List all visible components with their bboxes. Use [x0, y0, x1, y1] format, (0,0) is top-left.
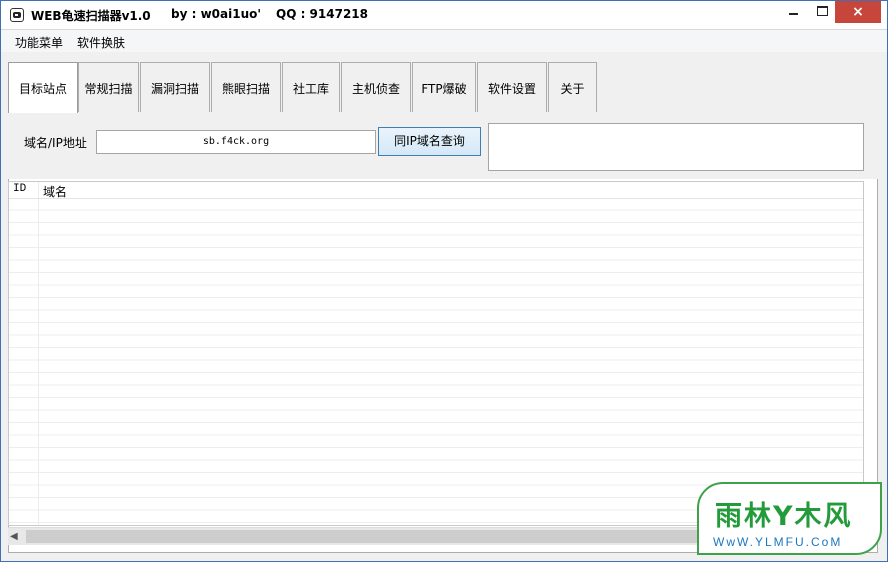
column-divider — [38, 182, 39, 525]
tab-vuln-scan[interactable]: 漏洞扫描 — [140, 62, 210, 112]
result-textbox[interactable] — [488, 123, 864, 171]
qq-label: QQ : 9147218 — [276, 7, 369, 21]
tab-social-db[interactable]: 社工库 — [282, 62, 340, 112]
scroll-left-icon[interactable]: ◀ — [10, 531, 18, 542]
panda-app-icon — [10, 8, 24, 22]
title-bar[interactable]: WEB龟速扫描器v1.0 by : w0ai1uo' QQ : 9147218 … — [1, 1, 887, 30]
watermark-logo: 雨林Y木风 WwW.YLMFU.CoM — [697, 482, 882, 555]
table-header: ID 域名 — [9, 182, 863, 199]
domain-table[interactable]: ID 域名 — [8, 181, 864, 526]
watermark-title: 雨林Y木风 — [715, 501, 853, 532]
domain-label: 域名/IP地址 — [24, 136, 87, 150]
tab-strip: 目标站点 常规扫描 漏洞扫描 熊眼扫描 社工库 主机侦查 FTP爆破 软件设置 … — [8, 62, 878, 114]
tab-bear-eye-scan[interactable]: 熊眼扫描 — [211, 62, 281, 112]
tab-regular-scan[interactable]: 常规扫描 — [78, 62, 139, 112]
tab-target-site[interactable]: 目标站点 — [8, 62, 78, 114]
menu-item-skin[interactable]: 软件换肤 — [77, 34, 125, 51]
menu-bar: 功能菜单 软件换肤 — [1, 30, 887, 52]
author-label: by : w0ai1uo' — [171, 7, 262, 21]
column-header-domain[interactable]: 域名 — [43, 183, 67, 200]
column-header-id[interactable]: ID — [13, 183, 26, 195]
close-button[interactable]: × — [835, 1, 881, 23]
same-ip-query-button[interactable]: 同IP域名查询 — [378, 127, 481, 156]
maximize-button[interactable] — [809, 1, 835, 21]
window-title: WEB龟速扫描器v1.0 — [31, 9, 151, 23]
table-rows — [9, 198, 863, 525]
tab-settings[interactable]: 软件设置 — [477, 62, 547, 112]
menu-item-functions[interactable]: 功能菜单 — [15, 34, 63, 51]
tab-about[interactable]: 关于 — [548, 62, 597, 112]
watermark-url: WwW.YLMFU.CoM — [713, 535, 843, 549]
tab-host-recon[interactable]: 主机侦查 — [341, 62, 411, 112]
minimize-button[interactable] — [776, 1, 810, 21]
domain-input[interactable]: sb.f4ck.org — [96, 130, 376, 154]
tab-ftp-brute[interactable]: FTP爆破 — [412, 62, 476, 112]
